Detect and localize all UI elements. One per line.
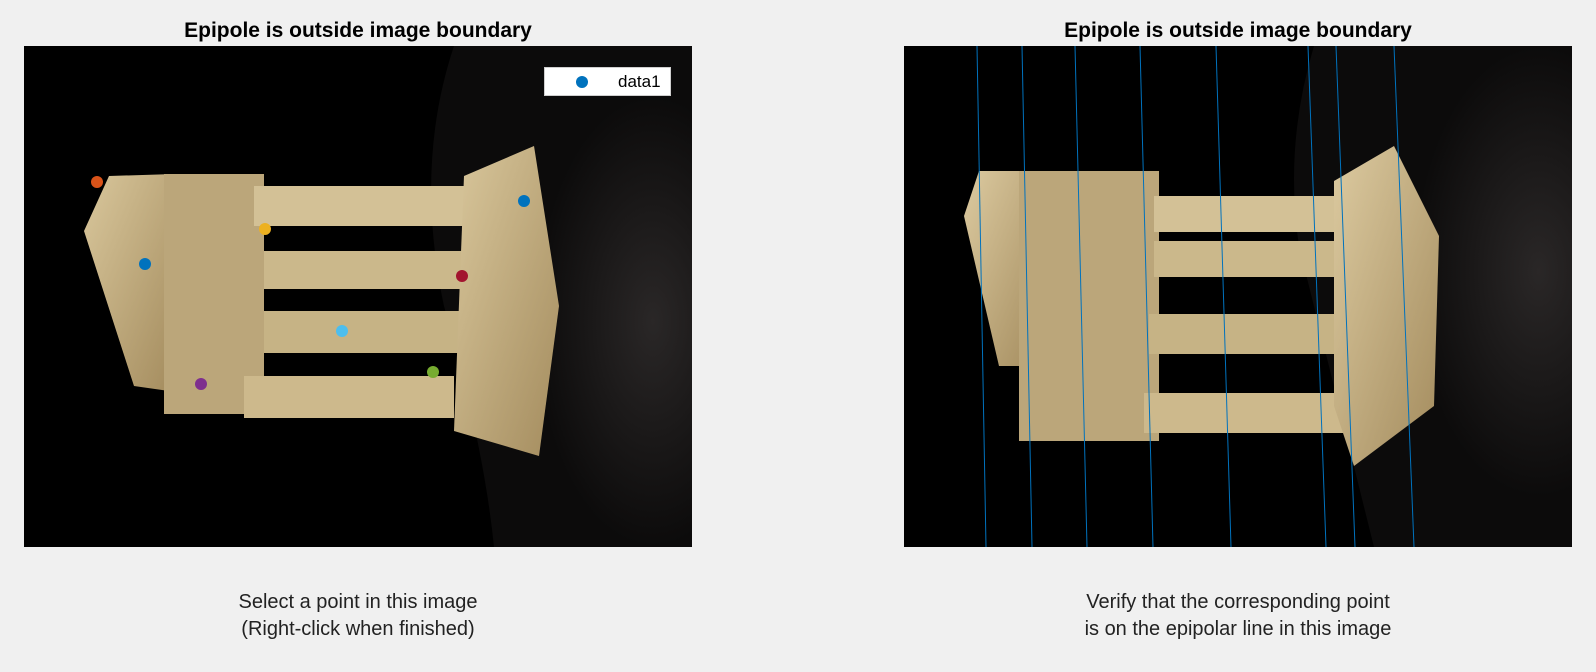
legend[interactable]: data1	[544, 67, 671, 96]
point-blue[interactable]	[518, 195, 530, 207]
right-instruction-caption: Verify that the corresponding point is o…	[904, 589, 1572, 643]
left-axes-title: Epipole is outside image boundary	[184, 19, 532, 42]
right-image-canvas[interactable]	[904, 46, 1572, 547]
left-instruction-caption: Select a point in this image (Right-clic…	[24, 589, 692, 643]
point-cyan[interactable]	[336, 325, 348, 337]
legend-marker-dot	[576, 76, 588, 88]
right-caption-line-1: Verify that the corresponding point	[1086, 591, 1390, 613]
left-image-axes[interactable]: data1	[24, 46, 692, 547]
point-purple[interactable]	[195, 378, 207, 390]
point-red[interactable]	[456, 270, 468, 282]
left-caption-line-1: Select a point in this image	[238, 591, 478, 613]
point-orange[interactable]	[91, 176, 103, 188]
left-caption-line-2: (Right-click when finished)	[241, 618, 475, 640]
legend-marker-icon	[576, 76, 588, 88]
right-image-axes[interactable]	[904, 46, 1572, 547]
legend-label: data1	[618, 72, 661, 91]
point-blue-left[interactable]	[139, 258, 151, 270]
left-image-canvas[interactable]	[24, 46, 692, 547]
point-green[interactable]	[427, 366, 439, 378]
right-axes-title: Epipole is outside image boundary	[1064, 19, 1412, 42]
point-yellow[interactable]	[259, 223, 271, 235]
right-caption-line-2: is on the epipolar line in this image	[1084, 618, 1392, 640]
